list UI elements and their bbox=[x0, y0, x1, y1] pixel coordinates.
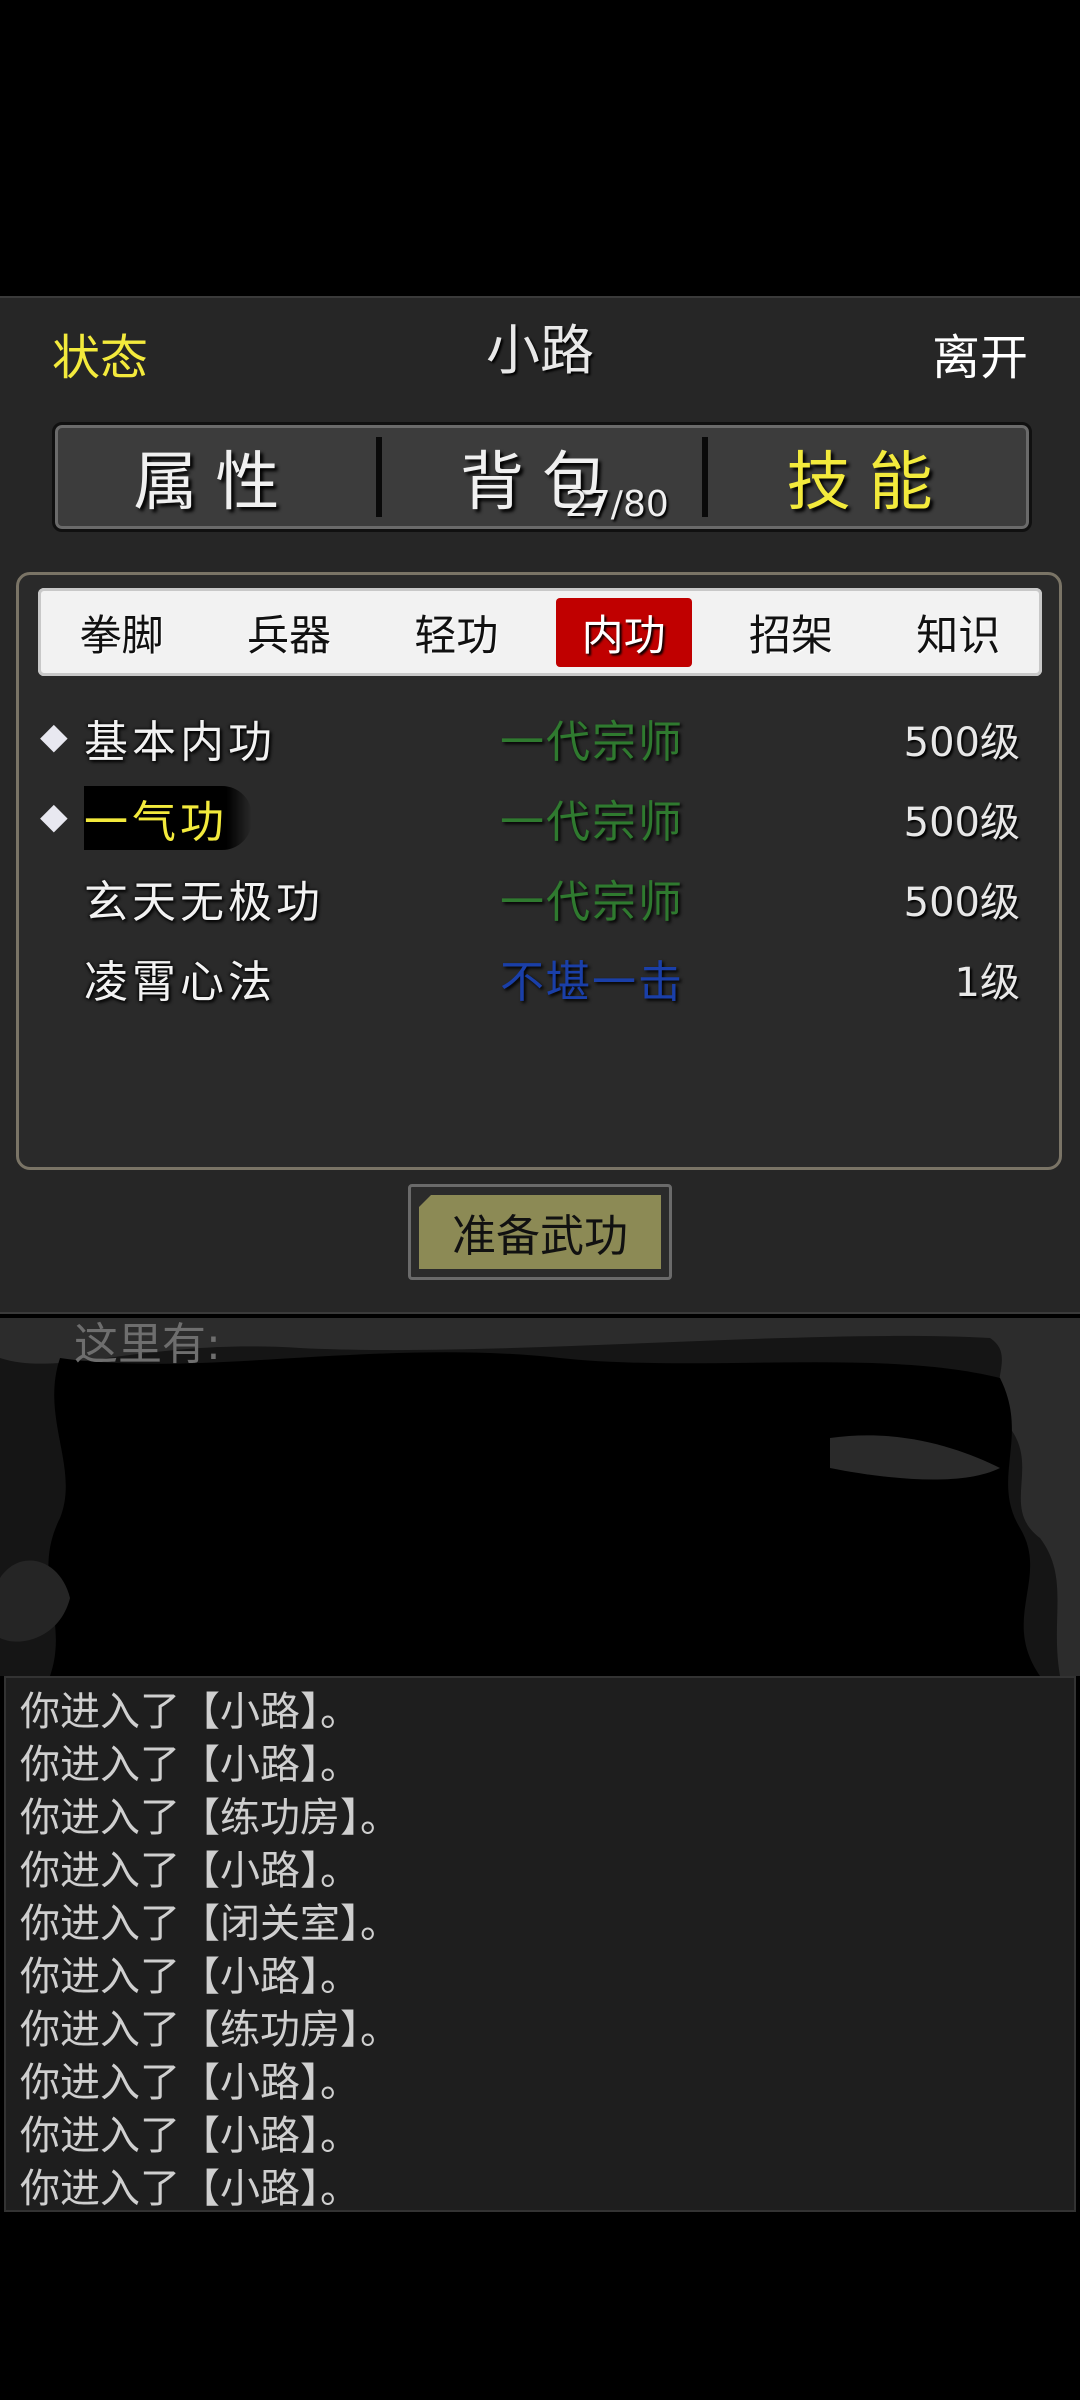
skill-name: 一气功 bbox=[84, 786, 252, 850]
log-line: 你进入了【练功房】。 bbox=[20, 1795, 400, 1841]
subtab-parry[interactable]: 招架 bbox=[723, 598, 859, 667]
prepare-skills-label: 准备武功 bbox=[419, 1195, 661, 1269]
log-line: 你进入了【练功房】。 bbox=[20, 2007, 400, 2053]
skill-level: 1级 bbox=[954, 960, 1020, 1006]
log-line: 你进入了【小路】。 bbox=[20, 2060, 360, 2106]
skill-row[interactable]: ◆ 基本内功 一代宗师 500级 bbox=[0, 702, 1080, 772]
prepare-skills-button[interactable]: 准备武功 bbox=[408, 1184, 672, 1280]
skill-level: 500级 bbox=[903, 800, 1020, 846]
skill-row[interactable]: 玄天无极功 一代宗师 500级 bbox=[0, 862, 1080, 932]
main-tab-bar: 属性 背包 技能 bbox=[52, 422, 1032, 532]
leave-button[interactable]: 离开 bbox=[932, 318, 1028, 388]
skill-row[interactable]: 凌霄心法 不堪一击 1级 bbox=[0, 942, 1080, 1012]
subtab-internal[interactable]: 内功 bbox=[555, 597, 692, 667]
tab-skills[interactable]: 技能 bbox=[708, 425, 1029, 529]
subtab-lightness[interactable]: 轻功 bbox=[388, 598, 524, 667]
log-line: 你进入了【闭关室】。 bbox=[20, 1901, 400, 1947]
log-line: 你进入了【小路】。 bbox=[20, 2166, 360, 2212]
skill-name: 凌霄心法 bbox=[84, 957, 276, 1008]
skill-rank: 不堪一击 bbox=[500, 957, 684, 1008]
equipped-diamond-icon: ◆ bbox=[40, 796, 68, 837]
skill-level: 500级 bbox=[903, 880, 1020, 926]
equipped-diamond-icon: ◆ bbox=[40, 716, 68, 757]
here-is-label: 这里有: bbox=[74, 1319, 221, 1370]
skill-name: 玄天无极功 bbox=[84, 877, 324, 928]
log-line: 你进入了【小路】。 bbox=[20, 1954, 360, 2000]
skill-rank: 一代宗师 bbox=[500, 877, 684, 928]
skill-category-tabs: 拳脚 兵器 轻功 内功 招架 知识 bbox=[38, 588, 1042, 676]
log-line: 你进入了【小路】。 bbox=[20, 1848, 360, 1894]
inventory-count: 27/80 bbox=[565, 484, 669, 525]
skill-rank: 一代宗师 bbox=[500, 797, 684, 848]
skill-name: 基本内功 bbox=[84, 717, 276, 768]
tab-attributes[interactable]: 属性 bbox=[55, 425, 376, 529]
log-line: 你进入了【小路】。 bbox=[20, 2113, 360, 2159]
message-log: 你进入了【小路】。 你进入了【小路】。 你进入了【练功房】。 你进入了【小路】。… bbox=[4, 1676, 1076, 2212]
subtab-weapon[interactable]: 兵器 bbox=[221, 598, 357, 667]
log-line: 你进入了【小路】。 bbox=[20, 1742, 360, 1788]
skill-row[interactable]: ◆ 一气功 一代宗师 500级 bbox=[0, 782, 1080, 852]
location-title: 小路 bbox=[486, 319, 594, 382]
subtab-knowledge[interactable]: 知识 bbox=[890, 598, 1026, 667]
skill-rank: 一代宗师 bbox=[500, 717, 684, 768]
skill-level: 500级 bbox=[903, 720, 1020, 766]
log-line: 你进入了【小路】。 bbox=[20, 1689, 360, 1735]
subtab-fist[interactable]: 拳脚 bbox=[54, 598, 190, 667]
